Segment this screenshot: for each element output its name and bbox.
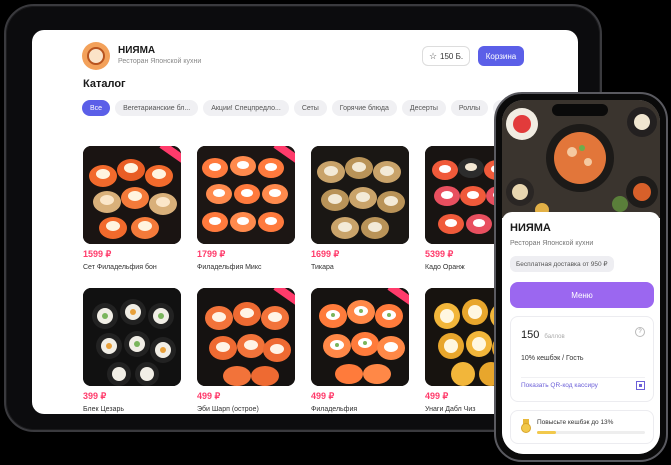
upgrade-progress-bar bbox=[537, 431, 645, 434]
product-card[interactable]: 499 ₽ Филадельфия bbox=[311, 288, 409, 413]
category-tabs: Все Вегетарианские бл... Акции! Спецпред… bbox=[82, 100, 528, 116]
category-tab-hot[interactable]: Горячие блюда bbox=[331, 100, 397, 116]
cashback-upgrade-card[interactable]: Повысьте кешбэк до 13% bbox=[510, 410, 654, 444]
upgrade-progress-fill bbox=[537, 431, 557, 434]
product-price: 1599 ₽ bbox=[83, 249, 112, 259]
points-button[interactable]: ☆ 150 Б. bbox=[422, 46, 470, 66]
star-icon: ☆ bbox=[428, 50, 438, 61]
product-photo bbox=[311, 146, 409, 244]
catalog-title: Каталог bbox=[83, 78, 126, 90]
medal-icon bbox=[521, 419, 531, 433]
points-balance: 150 баллов bbox=[521, 329, 565, 341]
category-tab-vegetarian[interactable]: Вегетарианские бл... bbox=[115, 100, 199, 116]
help-icon[interactable]: ? bbox=[635, 327, 645, 337]
product-card[interactable]: 399 ₽ Блек Цезарь bbox=[83, 288, 181, 413]
product-photo bbox=[197, 288, 295, 386]
product-card[interactable]: 1699 ₽ Тикара bbox=[311, 146, 409, 271]
restaurant-card: НИЯМА Ресторан Японской кухни Бесплатная… bbox=[502, 212, 660, 454]
brand-name: НИЯМА bbox=[118, 45, 156, 56]
hero-image bbox=[502, 100, 660, 218]
product-price: 1699 ₽ bbox=[311, 249, 340, 259]
product-price: 499 ₽ bbox=[197, 391, 221, 401]
show-qr-label: Показать QR-код кассиру bbox=[521, 382, 598, 389]
cart-button[interactable]: Корзина bbox=[478, 46, 524, 66]
menu-button[interactable]: Меню bbox=[510, 282, 654, 308]
product-photo bbox=[83, 146, 181, 244]
product-photo bbox=[197, 146, 295, 244]
product-name: Блек Цезарь bbox=[83, 406, 125, 413]
product-name: Тикара bbox=[311, 264, 334, 271]
restaurant-logo[interactable] bbox=[82, 42, 110, 70]
product-name: Филадельфия bbox=[311, 406, 358, 413]
sushi-image bbox=[311, 288, 409, 386]
qr-code-icon bbox=[636, 381, 645, 390]
category-tab-desserts[interactable]: Десерты bbox=[401, 100, 446, 116]
product-card[interactable]: 1799 ₽ Филадельфия Микс bbox=[197, 146, 295, 271]
cashback-level: 10% кешбэк / Гость bbox=[521, 355, 584, 362]
phone-notch bbox=[552, 104, 608, 116]
phone-frame: НИЯМА Ресторан Японской кухни Бесплатная… bbox=[494, 92, 668, 462]
food-hero-image bbox=[502, 100, 660, 218]
product-card[interactable]: 1599 ₽ Сет Филадельфия бон bbox=[83, 146, 181, 271]
sushi-image bbox=[311, 146, 409, 244]
sushi-image bbox=[83, 146, 181, 244]
points-label: 150 Б. bbox=[440, 51, 464, 61]
category-tab-sets[interactable]: Сеты bbox=[293, 100, 327, 116]
show-qr-link[interactable]: Показать QR-код кассиру bbox=[521, 377, 645, 391]
product-price: 1799 ₽ bbox=[197, 249, 226, 259]
loyalty-card: 150 баллов ? 10% кешбэк / Гость Показать… bbox=[510, 316, 654, 402]
brand-subtitle: Ресторан Японской кухни bbox=[118, 58, 202, 65]
product-card[interactable]: 499 ₽ Эби Шарп (острое) bbox=[197, 288, 295, 413]
category-tab-rolls[interactable]: Роллы bbox=[450, 100, 489, 116]
product-price: 499 ₽ bbox=[311, 391, 335, 401]
product-name: Сет Филадельфия бон bbox=[83, 264, 157, 271]
product-price: 399 ₽ bbox=[83, 391, 107, 401]
delivery-badge: Бесплатная доставка от 950 ₽ bbox=[510, 256, 614, 272]
phone-brand-subtitle: Ресторан Японской кухни bbox=[510, 240, 594, 247]
product-photo bbox=[311, 288, 409, 386]
phone-screen: НИЯМА Ресторан Японской кухни Бесплатная… bbox=[502, 100, 660, 454]
product-name: Эби Шарп (острое) bbox=[197, 406, 259, 413]
tablet-header: НИЯМА Ресторан Японской кухни ☆ 150 Б. К… bbox=[32, 30, 578, 80]
category-tab-promo[interactable]: Акции! Спецпредло... bbox=[203, 100, 289, 116]
product-name: Филадельфия Микс bbox=[197, 264, 262, 271]
sushi-image bbox=[197, 288, 295, 386]
points-unit: баллов bbox=[544, 334, 565, 340]
phone-brand-name: НИЯМА bbox=[510, 222, 551, 234]
category-tab-all[interactable]: Все bbox=[82, 100, 111, 116]
upgrade-text: Повысьте кешбэк до 13% bbox=[537, 419, 614, 426]
sushi-image bbox=[197, 146, 295, 244]
sushi-image bbox=[83, 288, 181, 386]
points-value: 150 bbox=[521, 329, 540, 341]
product-photo bbox=[83, 288, 181, 386]
